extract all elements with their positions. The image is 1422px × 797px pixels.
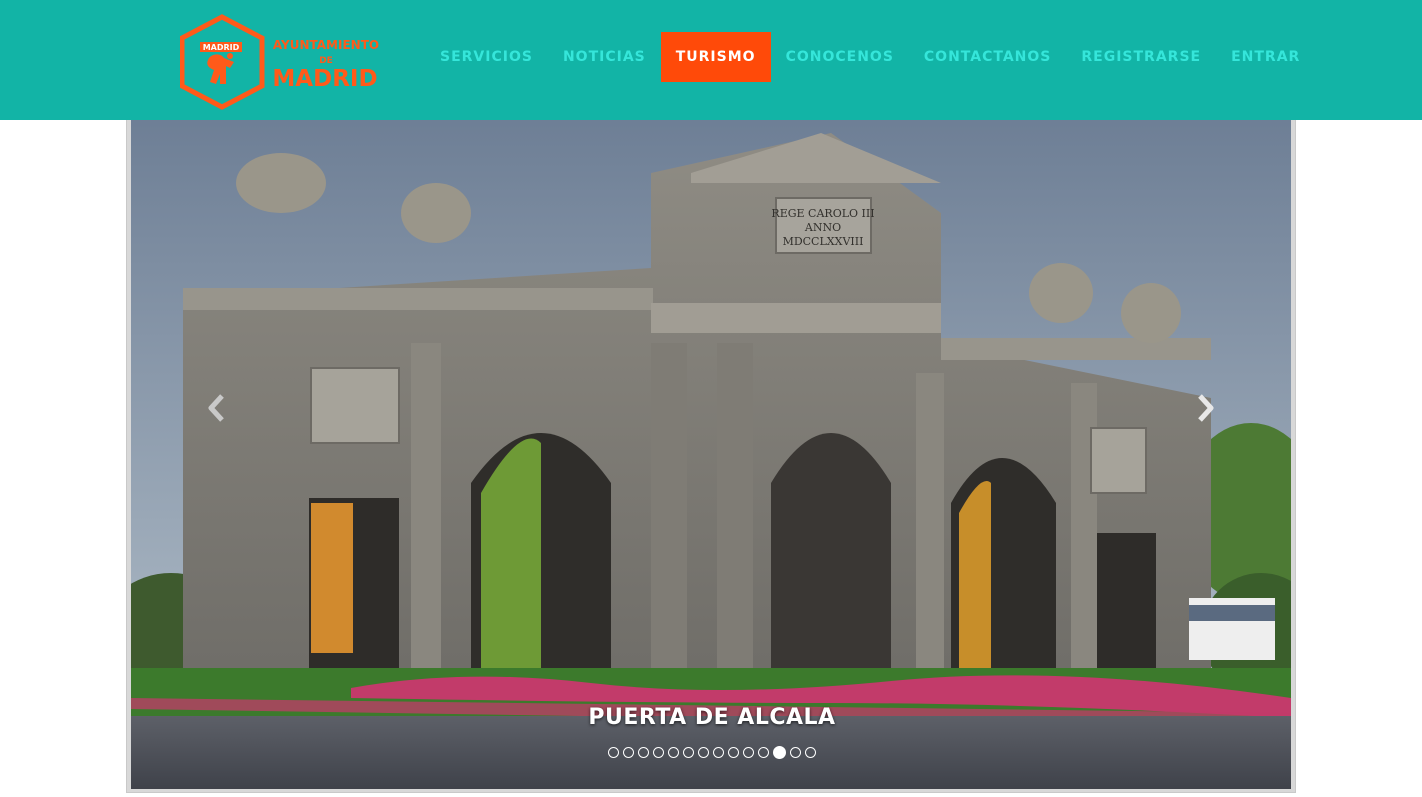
carousel-indicator-dot[interactable]: [668, 747, 679, 758]
carousel-indicator-dot[interactable]: [608, 747, 619, 758]
chevron-left-icon: [208, 394, 224, 422]
inscription-line-1: REGE CAROLO III: [771, 207, 874, 220]
carousel-slide-image: REGE CAROLO III ANNO MDCCLXXVIII: [131, 113, 1291, 789]
nav-noticias[interactable]: NOTICIAS: [548, 32, 661, 82]
logo-line2: DE: [319, 56, 333, 66]
chevron-right-icon: [1198, 394, 1214, 422]
inscription-line-3: MDCCLXXVIII: [783, 235, 864, 248]
carousel-indicator-dot[interactable]: [713, 747, 724, 758]
nav-contactanos[interactable]: CONTACTANOS: [909, 32, 1066, 82]
carousel-indicator-dot[interactable]: [790, 747, 801, 758]
carousel-next-control[interactable]: [1185, 383, 1225, 433]
carousel-indicator-dot[interactable]: [698, 747, 709, 758]
carousel-indicator-dot[interactable]: [638, 747, 649, 758]
ayuntamiento-logo[interactable]: MADRID AYUNTAMIENTO DE MADRID: [179, 14, 386, 110]
carousel-indicator-dot[interactable]: [743, 747, 754, 758]
carousel-indicator-dot[interactable]: [805, 747, 816, 758]
nav-turismo[interactable]: TURISMO: [660, 32, 771, 82]
slide-caption: PUERTA DE ALCALA: [588, 705, 836, 730]
main-nav: SERVICIOS NOTICIAS TURISMO CONOCENOS CON…: [425, 32, 1315, 82]
carousel-indicator-dot[interactable]: [728, 747, 739, 758]
nav-registrarse[interactable]: REGISTRARSE: [1066, 32, 1216, 82]
nav-servicios[interactable]: SERVICIOS: [425, 32, 548, 82]
nav-entrar[interactable]: ENTRAR: [1216, 32, 1315, 82]
logo-line1: AYUNTAMIENTO: [273, 38, 379, 52]
carousel-indicator-dot[interactable]: [683, 747, 694, 758]
carousel-indicator-dot[interactable]: [773, 746, 786, 759]
carousel-indicator-dot[interactable]: [623, 747, 634, 758]
carousel-indicator-dot[interactable]: [758, 747, 769, 758]
logo-line3: MADRID: [272, 66, 377, 92]
nav-conocenos[interactable]: CONOCENOS: [771, 32, 909, 82]
carousel-indicators: [127, 746, 1297, 759]
image-carousel: REGE CAROLO III ANNO MDCCLXXVIII PUERTA …: [126, 112, 1296, 793]
inscription-line-2: ANNO: [804, 221, 841, 234]
top-navbar: MADRID AYUNTAMIENTO DE MADRID SERVICIOS …: [0, 0, 1422, 120]
carousel-prev-control[interactable]: [197, 383, 237, 433]
logo-top-text: MADRID: [203, 43, 240, 52]
carousel-indicator-dot[interactable]: [653, 747, 664, 758]
